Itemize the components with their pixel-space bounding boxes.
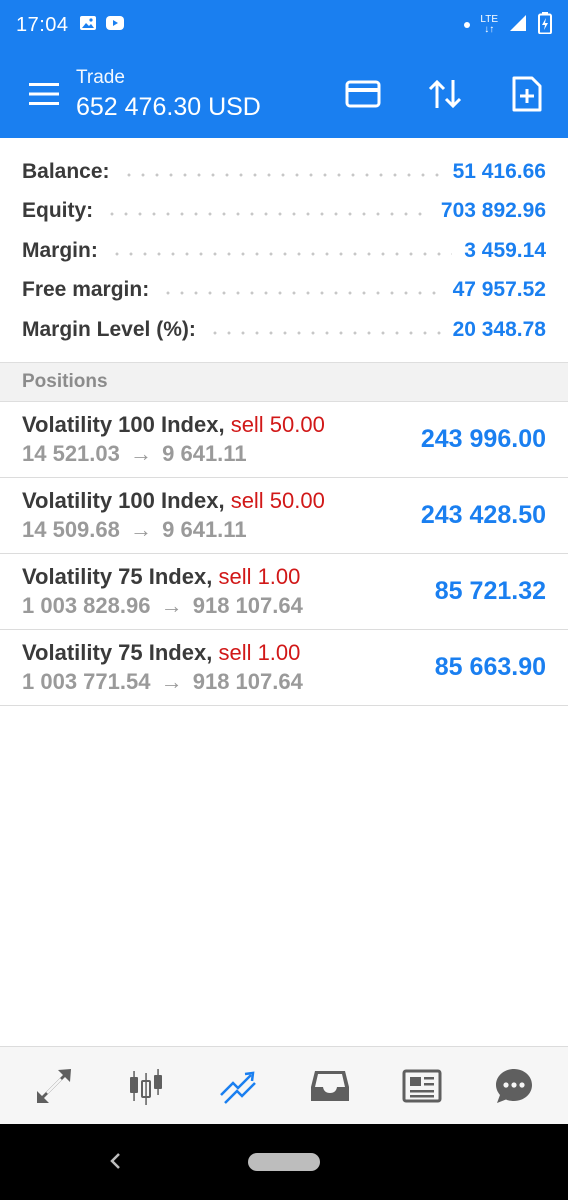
position-side-volume: sell 1.00 <box>218 564 301 589</box>
position-open-price: 14 521.03 <box>22 441 120 466</box>
dotted-leader <box>161 291 441 296</box>
account-profit-total: 652 476.30 USD <box>76 92 261 121</box>
dotted-leader <box>207 330 441 335</box>
nav-trade[interactable] <box>203 1051 273 1121</box>
notification-dot-icon <box>464 22 471 28</box>
position-profit: 85 721.32 <box>434 577 546 605</box>
dotted-leader <box>105 212 429 217</box>
position-side-volume: sell 50.00 <box>230 412 325 437</box>
candlestick-chart-icon <box>130 1068 162 1105</box>
position-row[interactable]: Volatility 100 Index, sell 50.00 14 521.… <box>0 402 568 478</box>
right-arrow-icon: → <box>160 669 183 694</box>
system-navigation-bar <box>0 1124 568 1200</box>
summary-row-balance: Balance: 51 416.66 <box>0 152 568 192</box>
position-side-volume: sell 1.00 <box>218 640 301 665</box>
position-current-price: 918 107.64 <box>192 669 303 694</box>
position-symbol: Volatility 100 Index, <box>22 488 225 513</box>
gallery-notification-icon <box>79 15 97 36</box>
credit-card-icon <box>345 80 381 108</box>
trade-trend-icon <box>220 1071 256 1104</box>
summary-label: Equity: <box>22 199 94 223</box>
position-current-price: 9 641.11 <box>162 441 247 466</box>
summary-label: Margin Level (%): <box>22 317 196 341</box>
bottom-navigation <box>0 1046 568 1124</box>
summary-row-margin: Margin: 3 459.14 <box>0 231 568 271</box>
menu-button[interactable] <box>0 50 88 138</box>
summary-row-margin-level: Margin Level (%): 20 348.78 <box>0 310 568 350</box>
position-profit: 243 428.50 <box>420 501 546 529</box>
summary-row-free-margin: Free margin: 47 957.52 <box>0 271 568 311</box>
lte-indicator: LTE ↓↑ <box>480 14 498 35</box>
status-bar: 17:04 LTE ↓↑ <box>0 0 568 50</box>
right-arrow-icon: → <box>130 517 152 542</box>
dotted-leader <box>109 251 453 256</box>
youtube-notification-icon <box>105 15 125 36</box>
system-home-pill[interactable] <box>248 1153 320 1171</box>
new-document-icon <box>512 76 542 112</box>
sort-arrows-icon <box>428 79 462 109</box>
summary-value: 3 459.14 <box>464 238 546 262</box>
summary-value: 703 892.96 <box>440 199 546 223</box>
summary-label: Free margin: <box>22 278 150 302</box>
nav-history[interactable] <box>295 1051 365 1121</box>
app-bar: Trade 652 476.30 USD <box>0 50 568 138</box>
position-symbol: Volatility 75 Index, <box>22 564 213 589</box>
position-open-price: 1 003 771.54 <box>22 669 151 694</box>
status-time: 17:04 <box>16 13 69 36</box>
position-symbol: Volatility 75 Index, <box>22 640 213 665</box>
position-profit: 85 663.90 <box>434 653 546 681</box>
right-arrow-icon: → <box>160 593 183 618</box>
nav-chart[interactable] <box>111 1051 181 1121</box>
summary-value: 51 416.66 <box>452 159 546 183</box>
position-row[interactable]: Volatility 75 Index, sell 1.00 1 003 771… <box>0 630 568 706</box>
battery-icon <box>538 11 552 39</box>
hamburger-menu-icon <box>29 83 59 105</box>
page-title: Trade <box>76 66 125 88</box>
system-back-button[interactable] <box>100 1146 130 1176</box>
sort-button[interactable] <box>404 50 486 138</box>
chat-bubble-icon <box>496 1068 532 1103</box>
back-chevron-icon <box>110 1153 120 1169</box>
inbox-tray-icon <box>311 1070 349 1101</box>
position-side-volume: sell 50.00 <box>230 488 325 513</box>
position-profit: 243 996.00 <box>420 425 546 453</box>
signal-icon <box>508 13 528 38</box>
nav-news[interactable] <box>387 1051 457 1121</box>
dotted-leader <box>121 172 441 177</box>
nav-chat[interactable] <box>479 1051 549 1121</box>
deposit-button[interactable] <box>322 50 404 138</box>
right-arrow-icon: → <box>130 441 152 466</box>
new-order-button[interactable] <box>486 50 568 138</box>
newspaper-icon <box>402 1069 442 1102</box>
position-current-price: 9 641.11 <box>162 517 247 542</box>
summary-value: 20 348.78 <box>452 317 546 341</box>
summary-row-equity: Equity: 703 892.96 <box>0 192 568 232</box>
positions-section-header: Positions <box>0 362 568 402</box>
summary-value: 47 957.52 <box>452 278 546 302</box>
quotes-icon <box>37 1068 71 1103</box>
position-open-price: 1 003 828.96 <box>22 593 151 618</box>
nav-quotes[interactable] <box>19 1051 89 1121</box>
account-summary: Balance: 51 416.66 Equity: 703 892.96 Ma… <box>0 138 568 362</box>
summary-label: Margin: <box>22 238 98 262</box>
position-row[interactable]: Volatility 100 Index, sell 50.00 14 509.… <box>0 478 568 554</box>
position-row[interactable]: Volatility 75 Index, sell 1.00 1 003 828… <box>0 554 568 630</box>
positions-list: Volatility 100 Index, sell 50.00 14 521.… <box>0 402 568 706</box>
position-symbol: Volatility 100 Index, <box>22 412 225 437</box>
position-current-price: 918 107.64 <box>192 593 303 618</box>
position-open-price: 14 509.68 <box>22 517 120 542</box>
summary-label: Balance: <box>22 159 110 183</box>
